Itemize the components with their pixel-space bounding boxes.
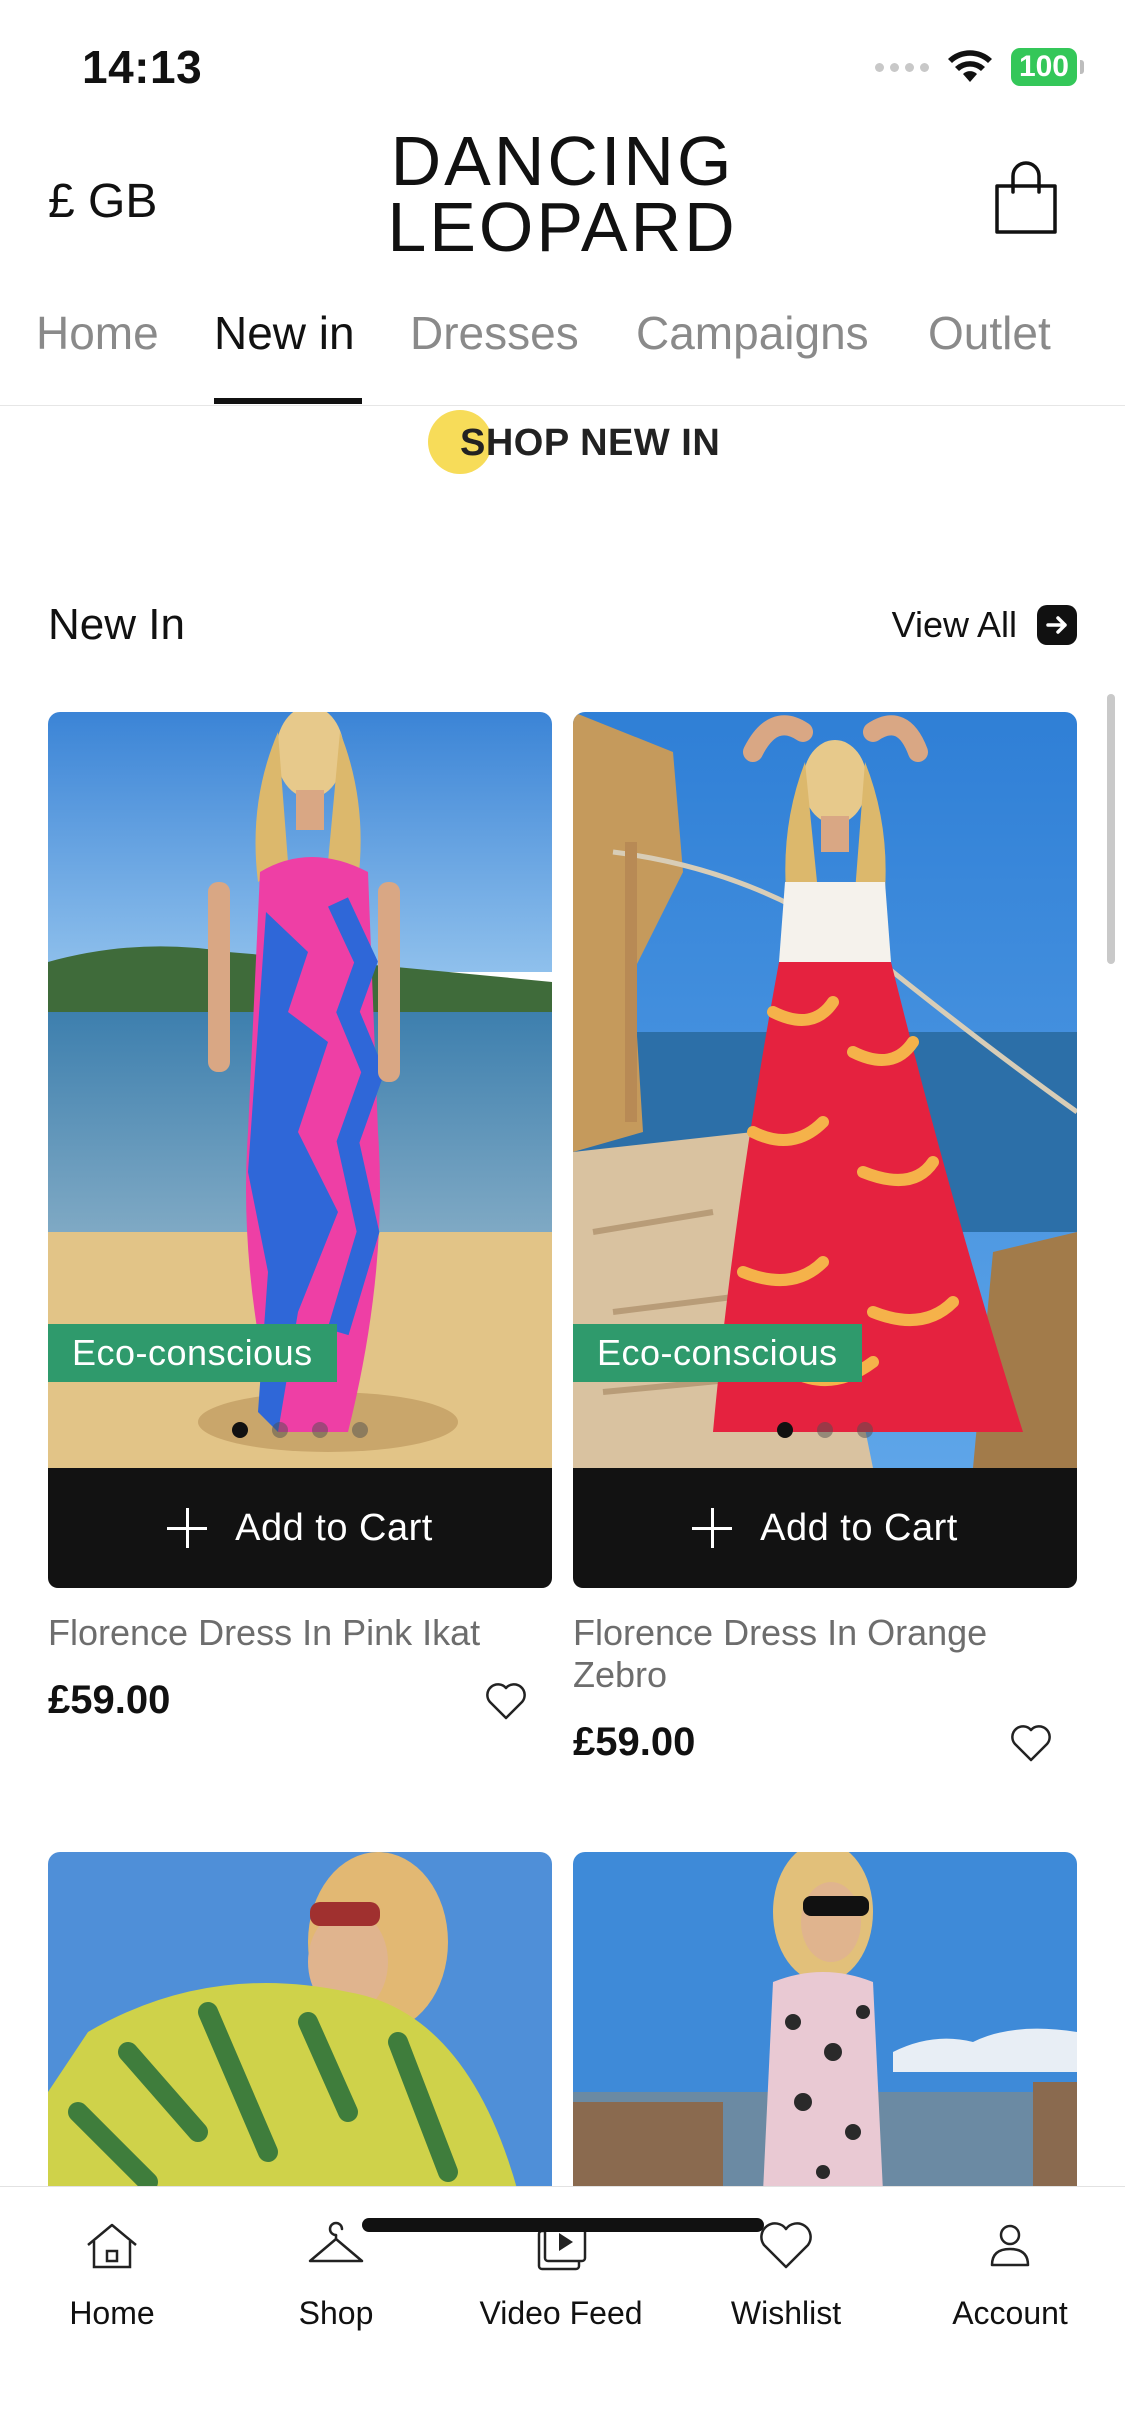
logo-line-1: DANCING [390,122,735,200]
bottom-tab-video-feed[interactable]: Video Feed [461,2217,661,2332]
bottom-tab-label: Video Feed [479,2295,643,2331]
plus-icon [692,1508,733,1548]
tab-new-in[interactable]: New in [214,306,355,360]
active-tab-indicator [214,398,362,404]
status-indicators: 100 [874,48,1085,86]
bottom-tab-wishlist[interactable]: Wishlist [686,2217,886,2332]
category-tabs: Home New in Dresses Campaigns Outlet [0,300,1125,406]
bottom-tab-account[interactable]: Account [910,2217,1110,2332]
product-name[interactable]: Florence Dress In Orange Zebro [573,1612,1013,1696]
heart-icon [760,2222,812,2269]
product-photo [48,1852,552,2192]
home-icon [87,2223,137,2269]
price-row: £59.00 [573,1720,1077,1774]
shopping-bag-icon[interactable] [991,160,1061,236]
bottom-tab-label: Shop [298,2295,374,2331]
status-bar: 14:13 100 [0,0,1125,130]
banner-text: SHOP NEW IN [460,422,721,464]
bottom-tab-label: Account [952,2295,1068,2331]
wifi-icon [947,50,992,82]
product-image[interactable]: Eco-conscious [48,712,552,1468]
add-to-cart-label: Add to Cart [235,1506,433,1549]
bottom-tab-label: Wishlist [730,2295,842,2331]
tab-campaigns[interactable]: Campaigns [636,306,869,360]
wishlist-heart-icon[interactable] [484,1680,528,1722]
image-carousel-dots[interactable] [573,1422,1077,1438]
add-to-cart-button[interactable]: Add to Cart [48,1468,552,1588]
product-price: £59.00 [48,1678,171,1722]
wishlist-heart-icon[interactable] [1009,1722,1053,1764]
tab-home[interactable]: Home [36,306,159,360]
arrow-right-icon [1037,605,1077,645]
eco-conscious-badge: Eco-conscious [573,1324,862,1382]
plus-icon [167,1508,208,1548]
tab-outlet[interactable]: Outlet [928,306,1051,360]
view-all-label: View All [891,604,1017,645]
add-to-cart-label: Add to Cart [760,1506,958,1549]
status-time: 14:13 [82,41,203,93]
home-indicator[interactable] [362,2218,764,2232]
product-image[interactable] [573,1852,1077,2192]
app-header: £ GB DANCING LEOPARD [0,120,1125,280]
product-photo [573,1852,1077,2192]
person-icon [990,2224,1030,2267]
battery-icon: 100 [1010,48,1085,86]
view-all-link[interactable]: View All [892,604,1077,646]
bottom-tab-label: Home [69,2295,155,2331]
product-card[interactable]: Eco-conscious Add to Cart Florence Dress… [48,712,552,1732]
product-price: £59.00 [573,1720,696,1764]
bottom-tab-home[interactable]: Home [12,2217,212,2332]
eco-conscious-badge: Eco-conscious [48,1324,337,1382]
section-title: New In [48,600,185,649]
product-card[interactable] [573,1852,1077,2192]
product-name[interactable]: Florence Dress In Pink Ikat [48,1612,552,1654]
add-to-cart-button[interactable]: Add to Cart [573,1468,1077,1588]
logo-line-2: LEOPARD [387,188,738,266]
price-row: £59.00 [48,1678,552,1732]
product-card[interactable]: Eco-conscious Add to Cart Florence Dress… [573,712,1077,1774]
product-image[interactable]: Eco-conscious [573,712,1077,1468]
tab-dresses[interactable]: Dresses [410,306,579,360]
product-card[interactable] [48,1852,552,2192]
image-carousel-dots[interactable] [48,1422,552,1438]
scroll-indicator[interactable] [1107,694,1115,964]
bottom-tab-shop[interactable]: Shop [236,2217,436,2332]
hanger-icon [308,2221,364,2263]
brand-logo[interactable]: DANCING LEOPARD [0,122,1125,266]
product-image[interactable] [48,1852,552,2192]
cellular-signal-icon [874,62,929,72]
shop-new-in-banner[interactable]: SHOP NEW IN [0,410,1125,480]
